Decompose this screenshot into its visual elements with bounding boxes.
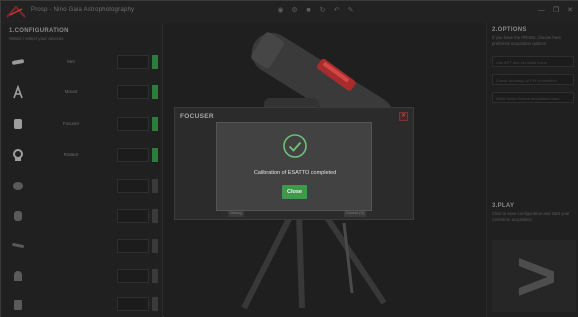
play-description: Click to save configuration and start yo… xyxy=(492,211,570,222)
camera-icon xyxy=(13,85,23,99)
app-title: Prosp - Nino Gaia Astrophotography xyxy=(31,7,135,13)
device-row-rotator: Rotator xyxy=(1,140,163,170)
device-select[interactable] xyxy=(117,239,149,253)
device-label: Mount xyxy=(64,89,78,94)
device-connect-button[interactable] xyxy=(152,297,158,311)
device-row-guide-scope xyxy=(1,231,163,261)
device-select[interactable] xyxy=(117,297,149,311)
device-connect-button[interactable] xyxy=(152,148,158,162)
guide-camera-icon xyxy=(14,211,22,221)
filter-wheel-icon xyxy=(13,182,23,190)
minimize-button[interactable]: — xyxy=(538,6,545,15)
device-select[interactable] xyxy=(117,85,149,99)
close-icon[interactable]: ✕ xyxy=(399,112,408,121)
option-field-amw[interactable]: AMW action before acquisition start xyxy=(492,92,574,103)
device-connect-button[interactable] xyxy=(152,117,158,131)
guide-scope-icon xyxy=(12,243,25,248)
option-field-apt[interactable]: Use APT and set initial focus xyxy=(492,56,574,67)
options-panel: 2.OPTIONS If you have the PRISM, choose … xyxy=(486,23,578,317)
device-connect-button[interactable] xyxy=(152,269,158,283)
device-connect-button[interactable] xyxy=(152,179,158,193)
device-label: Focuser xyxy=(62,121,80,126)
device-select[interactable] xyxy=(117,117,149,131)
focuser-icon xyxy=(14,119,22,129)
refresh-icon[interactable]: ↻ xyxy=(319,6,326,15)
undo-icon[interactable]: ↶ xyxy=(333,6,340,15)
gear-icon[interactable]: ⚙ xyxy=(291,6,298,15)
window-controls: — ❐ ✕ xyxy=(538,6,573,15)
device-row-filter-wheel xyxy=(1,171,163,201)
device-connect-button[interactable] xyxy=(152,209,158,223)
toolbar: ◉ ⚙ ■ ↻ ↶ ✎ xyxy=(277,6,354,15)
calibration-message: Calibration of ESATTO completed xyxy=(253,170,337,176)
device-select[interactable] xyxy=(117,55,149,69)
title-bar: Prosp - Nino Gaia Astrophotography ◉ ⚙ ■… xyxy=(1,1,578,23)
option-field-fw[interactable]: Check accuracy of FW connection xyxy=(492,74,574,85)
options-title: 2.OPTIONS xyxy=(492,27,527,33)
configuration-panel: 1.CONFIGURATION Select / select your dev… xyxy=(1,23,163,317)
wrench-icon[interactable]: ✎ xyxy=(347,6,354,15)
telescope-icon xyxy=(12,59,24,65)
focuser-title: FOCUSER xyxy=(180,113,214,120)
configuration-title: 1.CONFIGURATION xyxy=(9,28,69,34)
check-circle-icon xyxy=(283,134,307,158)
app-logo-icon xyxy=(6,5,26,18)
power-box-icon xyxy=(14,300,22,310)
options-description: If you have the PRISM, choose here prefe… xyxy=(492,35,562,46)
device-label: Rotator xyxy=(63,152,79,157)
device-label: Mnt xyxy=(67,59,75,64)
device-row-dome xyxy=(1,261,163,291)
play-button[interactable]: > xyxy=(492,240,576,312)
device-connect-button[interactable] xyxy=(152,239,158,253)
close-window-button[interactable]: ✕ xyxy=(567,6,573,15)
maximize-button[interactable]: ❐ xyxy=(553,6,559,15)
device-connect-button[interactable] xyxy=(152,55,158,69)
device-connect-button[interactable] xyxy=(152,85,158,99)
play-title: 3.PLAY xyxy=(492,203,515,209)
play-chevron-icon: > xyxy=(516,237,557,315)
calibration-dialog: Calibration of ESATTO completed Close xyxy=(216,122,372,211)
device-row-mnt: Mnt xyxy=(1,47,163,77)
device-select[interactable] xyxy=(117,148,149,162)
device-row-mount: Mount xyxy=(1,77,163,107)
device-row-focuser: Focuser xyxy=(1,109,163,139)
app-window: Prosp - Nino Gaia Astrophotography ◉ ⚙ ■… xyxy=(0,0,578,317)
device-row-power-box xyxy=(1,289,163,317)
device-select[interactable] xyxy=(117,269,149,283)
device-select[interactable] xyxy=(117,209,149,223)
device-select[interactable] xyxy=(117,179,149,193)
close-button[interactable]: Close xyxy=(282,185,307,199)
dome-icon xyxy=(14,271,22,281)
camera-icon[interactable]: ◉ xyxy=(277,6,284,15)
device-row-guide-camera xyxy=(1,201,163,231)
stop-icon[interactable]: ■ xyxy=(305,6,312,15)
configuration-subtitle: Select / select your devices xyxy=(9,36,64,41)
rotator-icon xyxy=(13,149,23,161)
